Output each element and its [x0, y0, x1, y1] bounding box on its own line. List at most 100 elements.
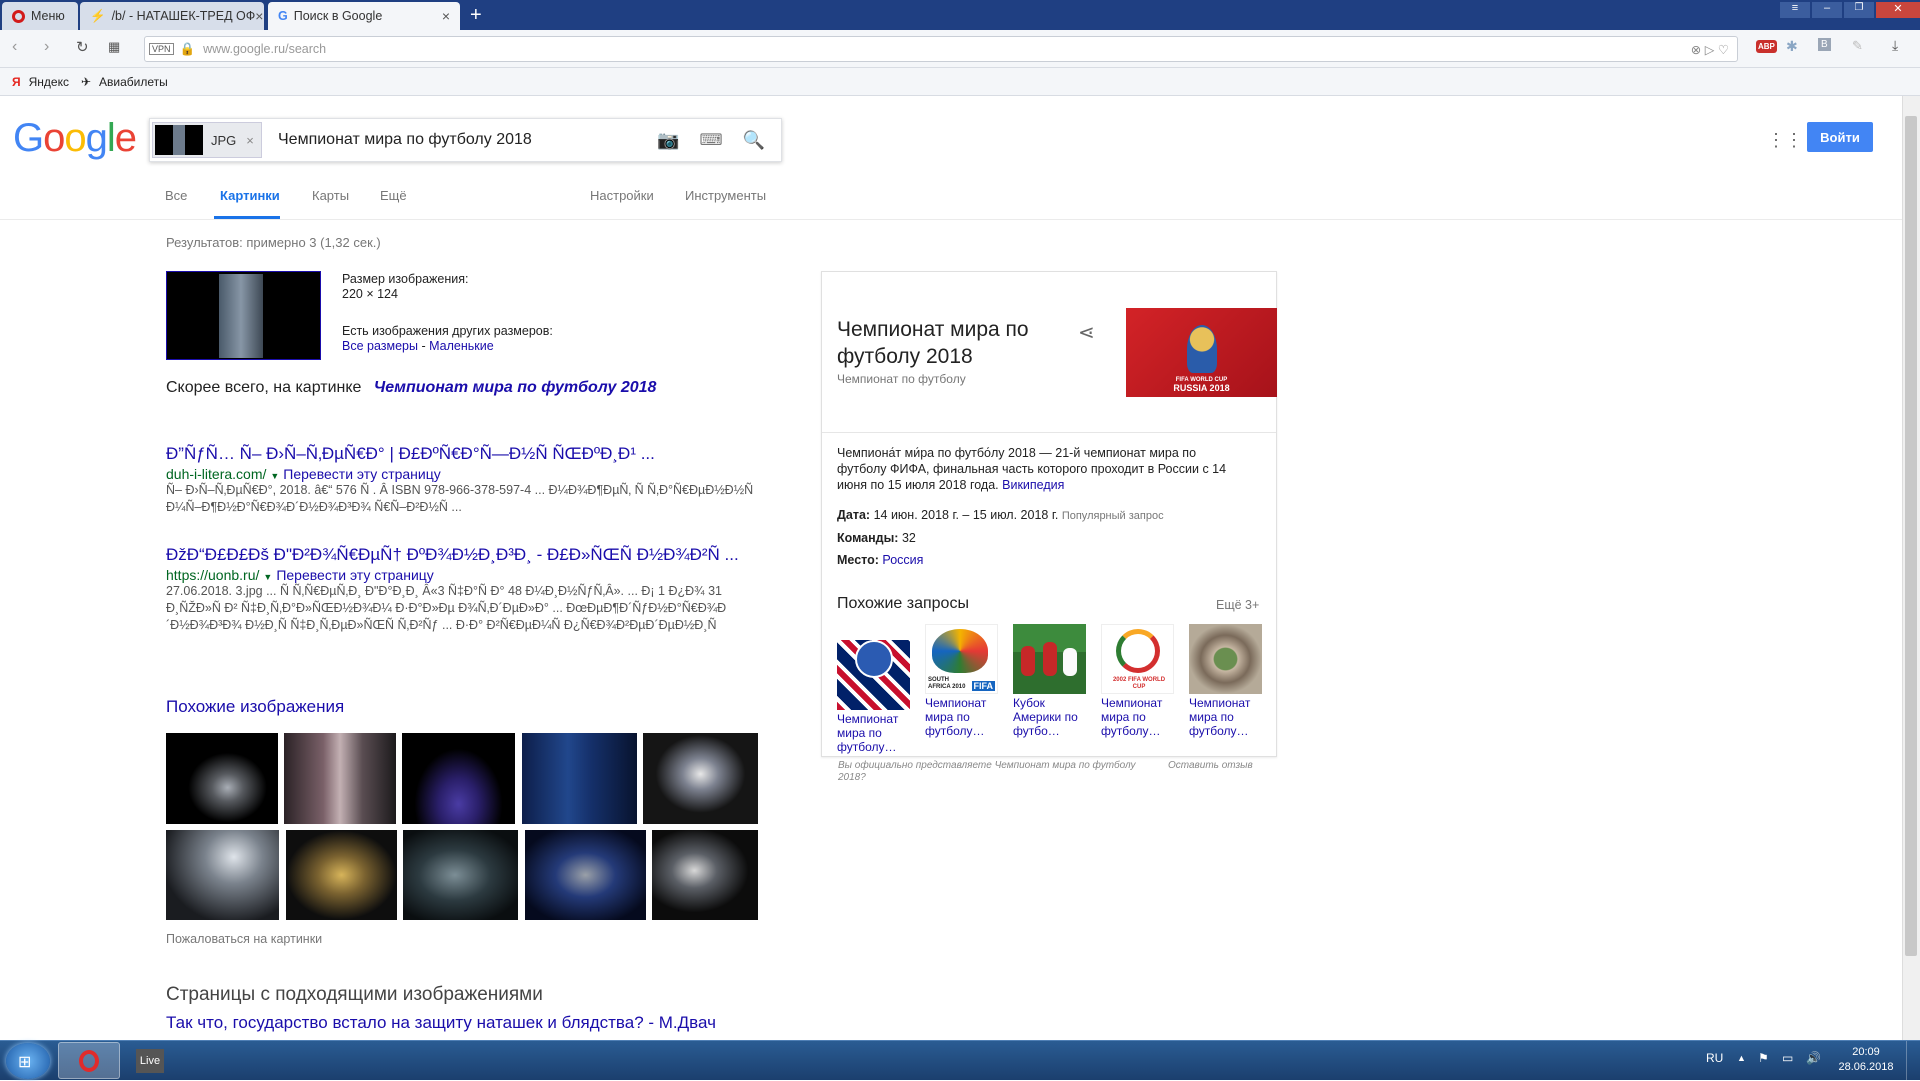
similar-image[interactable] — [166, 733, 278, 824]
flag-icon[interactable]: ⚑ — [1758, 1051, 1769, 1065]
tab-all[interactable]: Все — [165, 188, 187, 203]
tray-arrow-icon[interactable]: ▲ — [1737, 1053, 1746, 1063]
similar-image[interactable] — [284, 733, 396, 824]
minimize-icon[interactable]: – — [1812, 2, 1842, 18]
matching-pages-heading: Страницы с подходящими изображениями — [166, 984, 543, 1005]
address-field[interactable]: VPN 🔒 www.google.ru/search ⊗ ▷ ♡ — [144, 36, 1738, 62]
start-button[interactable]: ⊞ — [6, 1043, 50, 1079]
remove-image-icon[interactable]: × — [246, 133, 254, 148]
similar-image[interactable] — [286, 830, 397, 920]
similar-image[interactable] — [525, 830, 646, 920]
related-item[interactable]: SOUTH AFRICA 2010 FIFA Чемпионат мира по ф… — [925, 624, 998, 738]
share-icon[interactable]: ⋖ — [1078, 320, 1095, 345]
search-result: Ð”ÑƒÑ… Ñ– Ð›Ñ–Ñ‚ÐµÑ€Ð° | Ð£ÐºÑ€Ð°Ñ—Ð½Ñ Ñ… — [166, 444, 776, 516]
image-chip-label: JPG — [211, 132, 237, 148]
similar-image[interactable] — [402, 733, 515, 824]
close-icon[interactable]: × — [255, 8, 263, 24]
matching-page-link[interactable]: Так что, государство встало на защиту на… — [166, 1013, 716, 1033]
related-item[interactable]: 2002 FIFA WORLD CUP Чемпионат мира по футб… — [1101, 624, 1174, 738]
close-icon[interactable]: × — [442, 8, 450, 24]
similar-image[interactable] — [652, 830, 758, 920]
search-box[interactable]: JPG × 📷 ⌨ 🔍 — [149, 118, 782, 162]
forward-icon[interactable]: › — [44, 38, 49, 56]
related-more-link[interactable]: Ещё 3+ — [1216, 598, 1259, 612]
extension-icon[interactable]: ✎ — [1852, 38, 1863, 54]
other-sizes: Есть изображения других размеров: Все ра… — [342, 324, 553, 354]
bookmark-avia[interactable]: Авиабилеты — [99, 75, 168, 89]
kp-fact-date: Дата: 14 июн. 2018 г. – 15 июл. 2018 г. … — [837, 508, 1164, 522]
similar-images-heading[interactable]: Похожие изображения — [166, 697, 344, 717]
bookmark-yandex[interactable]: Яндекс — [29, 75, 69, 89]
result-title[interactable]: Ð”ÑƒÑ… Ñ– Ð›Ñ–Ñ‚ÐµÑ€Ð° | Ð£ÐºÑ€Ð°Ñ—Ð½Ñ Ñ… — [166, 444, 776, 464]
kp-feedback-link[interactable]: Оставить отзыв — [1168, 760, 1253, 771]
apps-grid-icon[interactable]: ⋮⋮ — [1767, 130, 1803, 151]
all-sizes-link[interactable]: Все размеры — [342, 339, 418, 353]
taskbar-opera[interactable] — [58, 1042, 120, 1079]
download-icon[interactable]: ⤓ — [1892, 37, 1898, 54]
vertical-scrollbar[interactable] — [1902, 96, 1920, 1040]
tab-maps[interactable]: Карты — [312, 188, 349, 203]
tab-settings[interactable]: Настройки — [590, 188, 654, 203]
dropdown-arrow-icon[interactable]: ▼ — [263, 572, 272, 582]
kp-subtitle: Чемпионат по футболу — [837, 372, 966, 386]
new-tab-button[interactable]: + — [470, 4, 482, 27]
kp-claim-text[interactable]: Вы официально представляете Чемпионат ми… — [838, 760, 1138, 784]
search-input[interactable] — [278, 131, 638, 149]
result-title[interactable]: ÐžÐ“Ð£Ð£Ðš Ð"Ð²Ð¾Ñ€ÐµÑ† ÐºÐ¾Ð½Ð¸Ð³Ð¸ - Ð… — [166, 545, 776, 565]
extension-icon[interactable]: ✱ — [1786, 38, 1798, 55]
clock[interactable]: 20:09 28.06.2018 — [1836, 1045, 1896, 1075]
translate-link[interactable]: Перевести эту страницу — [276, 567, 433, 583]
reload-icon[interactable]: ↻ — [76, 38, 89, 56]
opera-menu-button[interactable]: Меню — [2, 2, 78, 30]
translate-link[interactable]: Перевести эту страницу — [283, 466, 440, 482]
adblock-icon[interactable]: ABP — [1756, 40, 1777, 53]
result-snippet: 27.06.2018. 3.jpg ... Ñ Ñ‚Ñ€ÐµÑ‚Ð¸ Ð"Ð°Ð… — [166, 584, 727, 632]
tab-tools[interactable]: Инструменты — [685, 188, 766, 203]
menu-lines-icon[interactable]: ≡ — [1780, 2, 1810, 18]
report-images-link[interactable]: Пожаловаться на картинки — [166, 932, 322, 946]
similar-image[interactable] — [166, 830, 279, 920]
related-item[interactable]: Чемпионат мира по футболу… — [1189, 624, 1262, 738]
small-sizes-link[interactable]: Маленькие — [429, 339, 494, 353]
language-indicator[interactable]: RU — [1706, 1051, 1723, 1065]
tab-more[interactable]: Ещё — [380, 188, 407, 203]
related-item[interactable]: Чемпионат мира по футболу… — [837, 624, 910, 754]
keyboard-icon[interactable]: ⌨ — [699, 130, 722, 150]
wikipedia-link[interactable]: Википедия — [1002, 478, 1064, 492]
url-actions-icon[interactable]: ⊗ ▷ ♡ — [1691, 42, 1729, 57]
tab-google-search[interactable]: G Поиск в Google × — [268, 2, 460, 30]
taskbar-live[interactable]: Live — [136, 1049, 164, 1073]
tab-images[interactable]: Картинки — [220, 188, 280, 203]
related-item[interactable]: Кубок Америки по футбо… — [1013, 624, 1086, 738]
close-window-icon[interactable]: ✕ — [1876, 2, 1920, 18]
signin-button[interactable]: Войти — [1807, 122, 1873, 152]
similar-image[interactable] — [522, 733, 637, 824]
speed-dial-icon[interactable]: ▦ — [108, 39, 120, 55]
query-image[interactable] — [166, 271, 321, 360]
fact-label: Место: — [837, 553, 879, 567]
url-host: www.google.ru — [203, 42, 286, 56]
network-icon[interactable]: ▭ — [1782, 1051, 1793, 1065]
show-desktop-button[interactable] — [1906, 1041, 1920, 1081]
related-label: футболу… — [1101, 724, 1161, 738]
image-chip[interactable]: JPG × — [152, 122, 262, 158]
url-path: /search — [285, 42, 327, 56]
best-guess-link[interactable]: Чемпионат мира по футболу 2018 — [374, 379, 657, 396]
vpn-badge[interactable]: VPN — [149, 43, 174, 55]
divider — [822, 432, 1276, 433]
search-icon[interactable]: 🔍 — [743, 130, 765, 151]
kp-logo-image[interactable]: FIFA WORLD CUP RUSSIA 2018 — [1126, 308, 1277, 397]
camera-icon[interactable]: 📷 — [657, 130, 679, 151]
maximize-icon[interactable]: ❐ — [1844, 2, 1874, 18]
vk-extension-icon[interactable]: B — [1818, 38, 1831, 51]
dropdown-arrow-icon[interactable]: ▼ — [270, 471, 279, 481]
volume-icon[interactable]: 🔊 — [1806, 1051, 1821, 1065]
google-logo[interactable]: Google — [13, 116, 137, 161]
back-icon[interactable]: ‹ — [12, 38, 17, 56]
fact-link[interactable]: Россия — [882, 553, 923, 567]
scrollbar-thumb[interactable] — [1905, 116, 1917, 956]
tab-dvach[interactable]: ⚡ /b/ - НАТАШЕК-ТРЕД ОФ × — [80, 2, 264, 30]
lightning-icon: ⚡ — [90, 8, 106, 23]
similar-image[interactable] — [403, 830, 518, 920]
similar-image[interactable] — [643, 733, 758, 824]
